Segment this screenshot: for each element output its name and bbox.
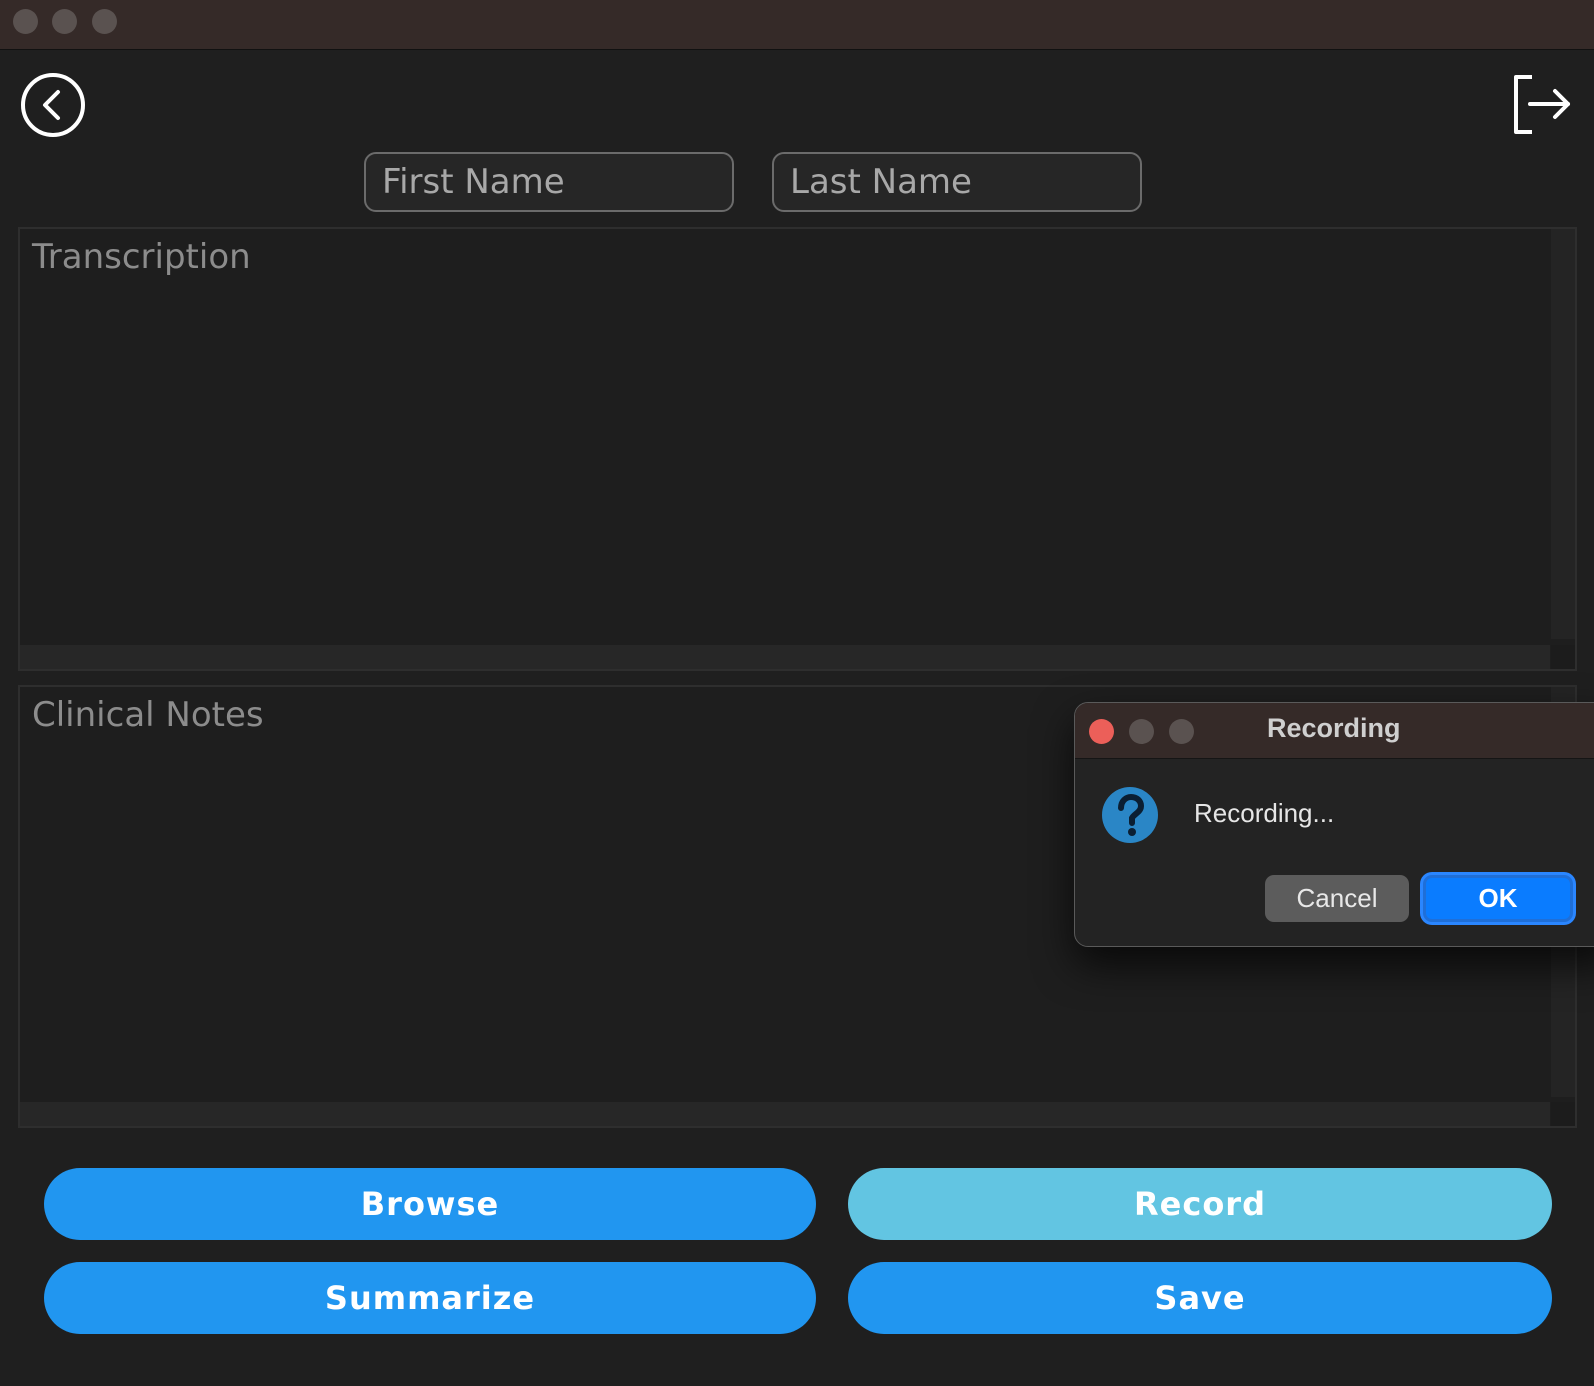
dialog-close-button[interactable] [1089,719,1114,744]
dialog-title: Recording [1267,713,1401,743]
window-titlebar [0,0,1594,50]
question-icon [1102,787,1158,843]
record-button[interactable]: Record [848,1168,1552,1240]
logout-arrow-icon [1514,75,1570,134]
recording-dialog: Recording Recording... Cancel OK [1074,702,1594,947]
last-name-input[interactable] [772,152,1142,212]
browse-button[interactable]: Browse [44,1168,816,1240]
dialog-message: Recording... [1194,798,1335,828]
clinical-notes-horizontal-scrollbar[interactable] [20,1102,1550,1126]
back-button[interactable] [20,72,86,138]
app-window: Browse Record Summarize Save Recording R… [0,0,1594,1386]
first-name-input[interactable] [364,152,734,212]
transcription-vertical-scrollbar[interactable] [1551,229,1575,639]
scroll-corner [1551,645,1575,669]
window-zoom-button[interactable] [92,9,117,34]
window-close-button[interactable] [13,9,38,34]
window-minimize-button[interactable] [52,9,77,34]
transcription-horizontal-scrollbar[interactable] [20,645,1550,669]
summarize-button[interactable]: Summarize [44,1262,816,1334]
logout-button[interactable] [1510,74,1574,136]
chevron-left-circle-icon [21,73,85,137]
transcription-panel [18,227,1577,671]
dialog-zoom-button [1169,719,1194,744]
dialog-ok-button[interactable]: OK [1423,875,1573,922]
dialog-minimize-button [1129,719,1154,744]
dialog-cancel-button[interactable]: Cancel [1265,875,1409,922]
save-button[interactable]: Save [848,1262,1552,1334]
transcription-textarea[interactable] [20,229,1550,639]
dialog-titlebar: Recording [1075,703,1594,759]
scroll-corner [1551,1102,1575,1126]
